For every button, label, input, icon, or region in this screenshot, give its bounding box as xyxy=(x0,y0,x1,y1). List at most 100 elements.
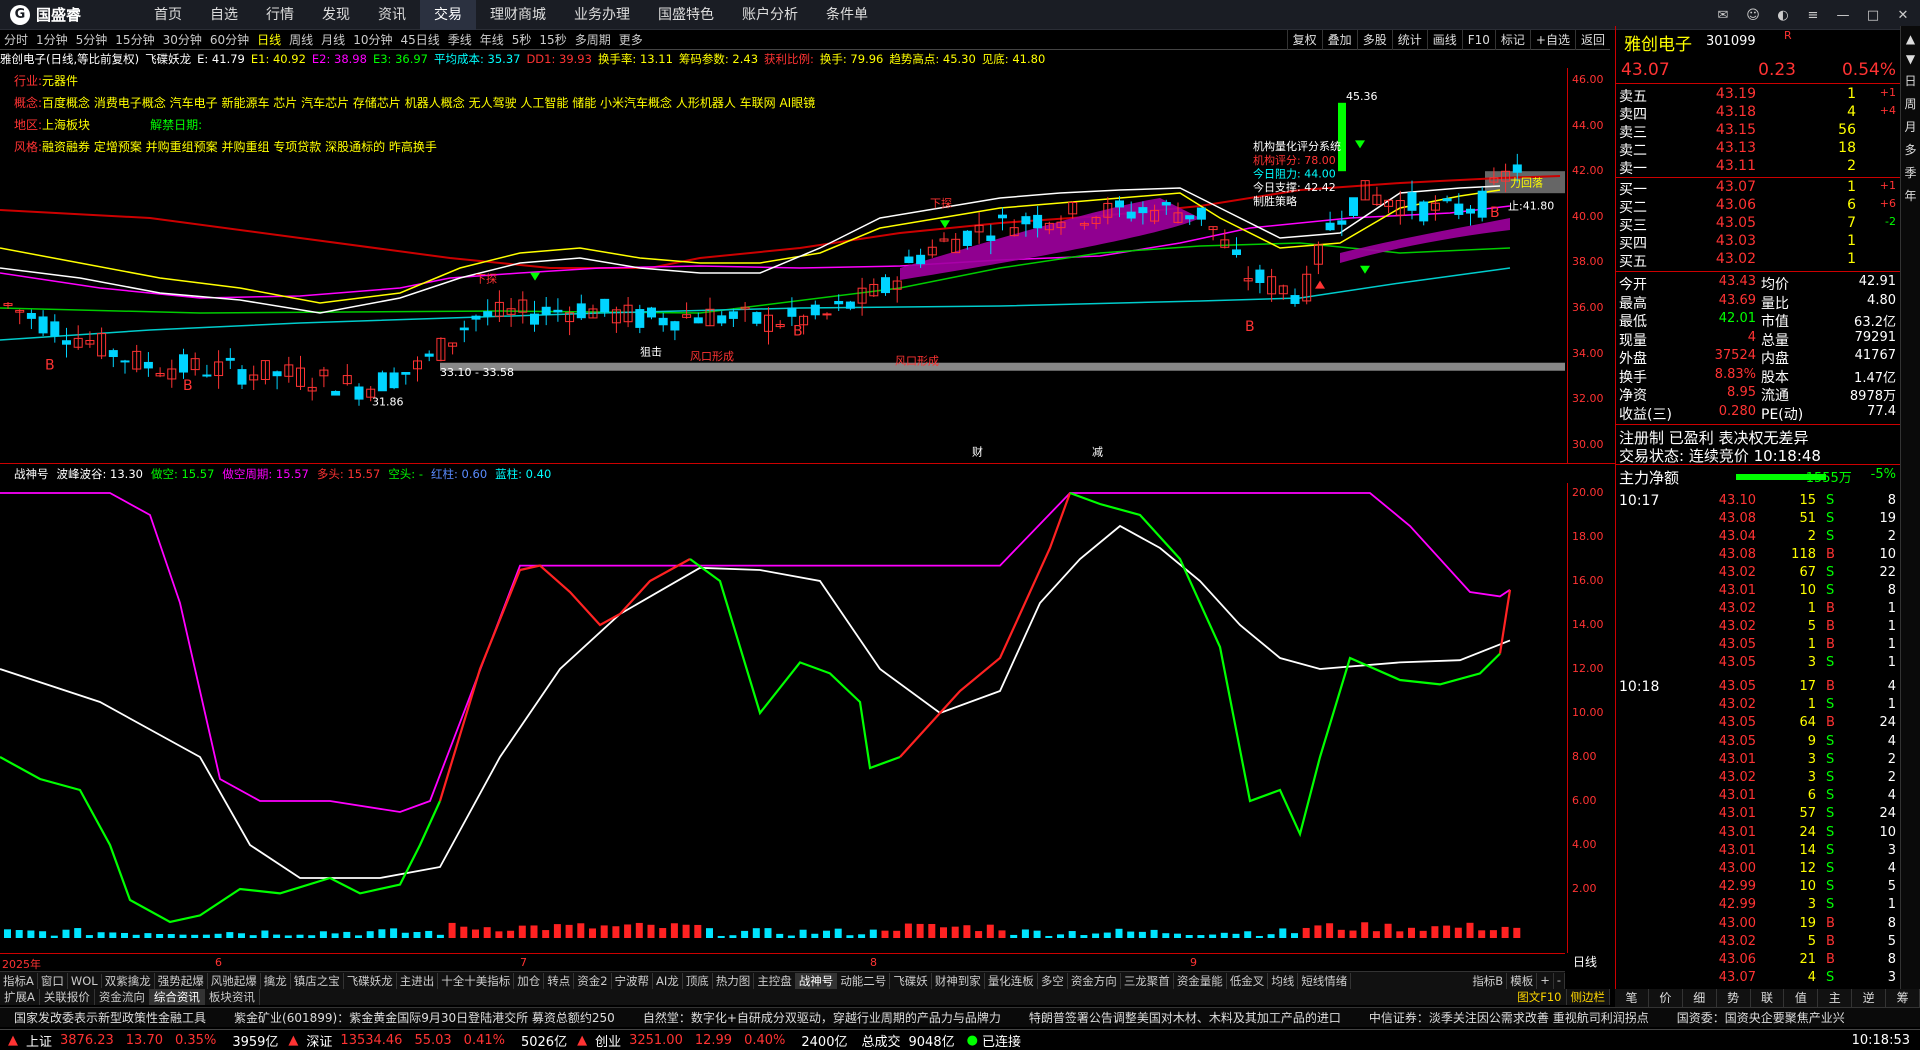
menu-item-1[interactable]: 自选 xyxy=(196,0,252,30)
chart-tool-2[interactable]: 多股 xyxy=(1356,30,1392,50)
indicator-tab-15[interactable]: AI龙 xyxy=(653,972,683,989)
period-6[interactable]: 日线 xyxy=(253,31,285,48)
chart-tool-1[interactable]: 叠加 xyxy=(1321,30,1357,50)
quote-tab-5[interactable]: 值 xyxy=(1784,989,1819,1007)
indicator-tab-20[interactable]: 动能二号 xyxy=(837,972,891,989)
period-11[interactable]: 季线 xyxy=(444,31,476,48)
maximize-icon[interactable]: □ xyxy=(1862,4,1884,26)
side-period-1[interactable]: 周 xyxy=(1904,95,1916,112)
quote-tab-4[interactable]: 联 xyxy=(1751,989,1785,1007)
indicator-tab-6[interactable]: 擒龙 xyxy=(261,972,291,989)
side-tab-1[interactable]: 侧边栏 xyxy=(1567,989,1610,1005)
side-arrow-icon[interactable]: ▼ xyxy=(1906,52,1915,66)
user-icon[interactable]: ☺ xyxy=(1742,4,1764,26)
period-8[interactable]: 月线 xyxy=(317,31,349,48)
indicator-tab-19[interactable]: 战神号 xyxy=(795,972,838,989)
quote-tab-3[interactable]: 势 xyxy=(1717,989,1751,1007)
sub-indicator-name[interactable]: 战神号 xyxy=(14,466,49,482)
info-tab-1[interactable]: 关联报价 xyxy=(40,989,95,1005)
indicator-tab-0[interactable]: 指标A xyxy=(0,972,38,989)
indicator-tab-5[interactable]: 风驰起爆 xyxy=(208,972,261,989)
indicator-tab-13[interactable]: 资金2 xyxy=(574,972,612,989)
quote-tab-6[interactable]: 主 xyxy=(1818,989,1853,1007)
indicator-tab-18[interactable]: 主控盘 xyxy=(754,972,796,989)
quote-tab-8[interactable]: 筹 xyxy=(1886,989,1920,1007)
menu-item-10[interactable]: 条件单 xyxy=(812,0,882,30)
indicator-tab-3[interactable]: 双紫擒龙 xyxy=(102,972,155,989)
menu-item-0[interactable]: 首页 xyxy=(140,0,196,30)
side-period-5[interactable]: 年 xyxy=(1904,187,1916,204)
news-item[interactable]: 紫金矿业(601899)：紫金黄金国际9月30日登陆港交所 募资总额约250 xyxy=(220,1009,629,1026)
indicator-tab-22[interactable]: 财神到家 xyxy=(932,972,985,989)
quote-tab-2[interactable]: 细 xyxy=(1683,989,1717,1007)
news-item[interactable]: 国家发改委表示新型政策性金融工具 xyxy=(0,1009,220,1026)
chart-tool-3[interactable]: 统计 xyxy=(1391,30,1427,50)
period-7[interactable]: 周线 xyxy=(285,31,317,48)
period-9[interactable]: 10分钟 xyxy=(349,31,396,48)
chart-tool-5[interactable]: F10 xyxy=(1461,30,1495,50)
menu-item-8[interactable]: 国盛特色 xyxy=(644,0,728,30)
indicator-tab-24[interactable]: 多空 xyxy=(1038,972,1068,989)
news-item[interactable]: 自然堂：数字化+自研成分双驱动，穿越行业周期的产品力与品牌力 xyxy=(629,1009,1015,1026)
indicator-tab-27[interactable]: 资金量能 xyxy=(1174,972,1227,989)
side-tab-0[interactable]: 图文F10 xyxy=(1513,989,1567,1005)
period-16[interactable]: 更多 xyxy=(615,31,647,48)
quote-tab-1[interactable]: 价 xyxy=(1649,989,1683,1007)
minimize-icon[interactable]: — xyxy=(1832,4,1854,26)
tab-tool-1[interactable]: 模板 xyxy=(1507,972,1538,989)
tab-tool-0[interactable]: 指标B xyxy=(1469,972,1508,989)
indicator-name[interactable]: 飞碟妖龙 xyxy=(145,51,191,67)
menu-item-4[interactable]: 资讯 xyxy=(364,0,420,30)
period-10[interactable]: 45日线 xyxy=(396,31,443,48)
menu-item-3[interactable]: 发现 xyxy=(308,0,364,30)
indicator-tab-23[interactable]: 量化连板 xyxy=(985,972,1038,989)
period-3[interactable]: 15分钟 xyxy=(111,31,158,48)
menu-item-6[interactable]: 理财商城 xyxy=(476,0,560,30)
indicator-tab-7[interactable]: 镇店之宝 xyxy=(291,972,344,989)
indicator-tab-10[interactable]: 十全十美指标 xyxy=(438,972,515,989)
news-item[interactable]: 国资委：国资央企要聚焦产业兴 xyxy=(1663,1009,1859,1026)
side-period-3[interactable]: 多 xyxy=(1904,141,1916,158)
menu-icon[interactable]: ≡ xyxy=(1802,4,1824,26)
info-tab-4[interactable]: 板块资讯 xyxy=(205,989,260,1005)
indicator-tab-28[interactable]: 低金叉 xyxy=(1227,972,1269,989)
news-item[interactable]: 中信证券：淡季关注因公需求改善 重视航司利润拐点 xyxy=(1355,1009,1663,1026)
chart-tool-6[interactable]: 标记 xyxy=(1494,30,1530,50)
period-13[interactable]: 5秒 xyxy=(508,31,536,48)
period-15[interactable]: 多周期 xyxy=(571,31,615,48)
chart-tool-7[interactable]: +自选 xyxy=(1529,30,1575,50)
indicator-tab-11[interactable]: 加仓 xyxy=(514,972,545,989)
indicator-tab-1[interactable]: 窗口 xyxy=(38,972,68,989)
indicator-tab-16[interactable]: 顶底 xyxy=(683,972,713,989)
chart-tool-4[interactable]: 画线 xyxy=(1426,30,1462,50)
side-period-4[interactable]: 季 xyxy=(1904,164,1916,181)
sub-indicator-chart[interactable] xyxy=(0,483,1565,953)
quote-tab-7[interactable]: 逆 xyxy=(1852,989,1887,1007)
indicator-tab-17[interactable]: 热力图 xyxy=(713,972,755,989)
indicator-tab-8[interactable]: 飞碟妖龙 xyxy=(344,972,397,989)
indicator-tab-29[interactable]: 均线 xyxy=(1268,972,1299,989)
message-icon[interactable]: ✉ xyxy=(1712,4,1734,26)
indicator-tab-12[interactable]: 转点 xyxy=(544,972,575,989)
close-icon[interactable]: ✕ xyxy=(1892,4,1914,26)
info-tab-3[interactable]: 综合资讯 xyxy=(149,989,205,1005)
menu-item-2[interactable]: 行情 xyxy=(252,0,308,30)
indicator-tab-21[interactable]: 飞碟妖 xyxy=(890,972,932,989)
info-tab-2[interactable]: 资金流向 xyxy=(95,989,150,1005)
chart-tool-0[interactable]: 复权 xyxy=(1286,30,1322,50)
indicator-tab-14[interactable]: 宁波帮 xyxy=(612,972,654,989)
indicator-tab-30[interactable]: 短线情绪 xyxy=(1298,972,1352,989)
indicator-tab-4[interactable]: 强势起爆 xyxy=(155,972,208,989)
side-period-0[interactable]: 日 xyxy=(1904,72,1916,89)
side-period-2[interactable]: 月 xyxy=(1904,118,1916,135)
period-4[interactable]: 30分钟 xyxy=(159,31,206,48)
info-tab-0[interactable]: 扩展A xyxy=(0,989,40,1005)
period-1[interactable]: 1分钟 xyxy=(32,31,72,48)
tab-tool-3[interactable]: - xyxy=(1554,972,1565,989)
period-0[interactable]: 分时 xyxy=(0,31,32,48)
news-item[interactable]: 特朗普签署公告调整美国对木材、木料及其加工产品的进口 xyxy=(1015,1009,1355,1026)
side-arrow-icon[interactable]: ▲ xyxy=(1906,32,1915,46)
menu-item-7[interactable]: 业务办理 xyxy=(560,0,644,30)
menu-item-9[interactable]: 账户分析 xyxy=(728,0,812,30)
skin-icon[interactable]: ◐ xyxy=(1772,4,1794,26)
